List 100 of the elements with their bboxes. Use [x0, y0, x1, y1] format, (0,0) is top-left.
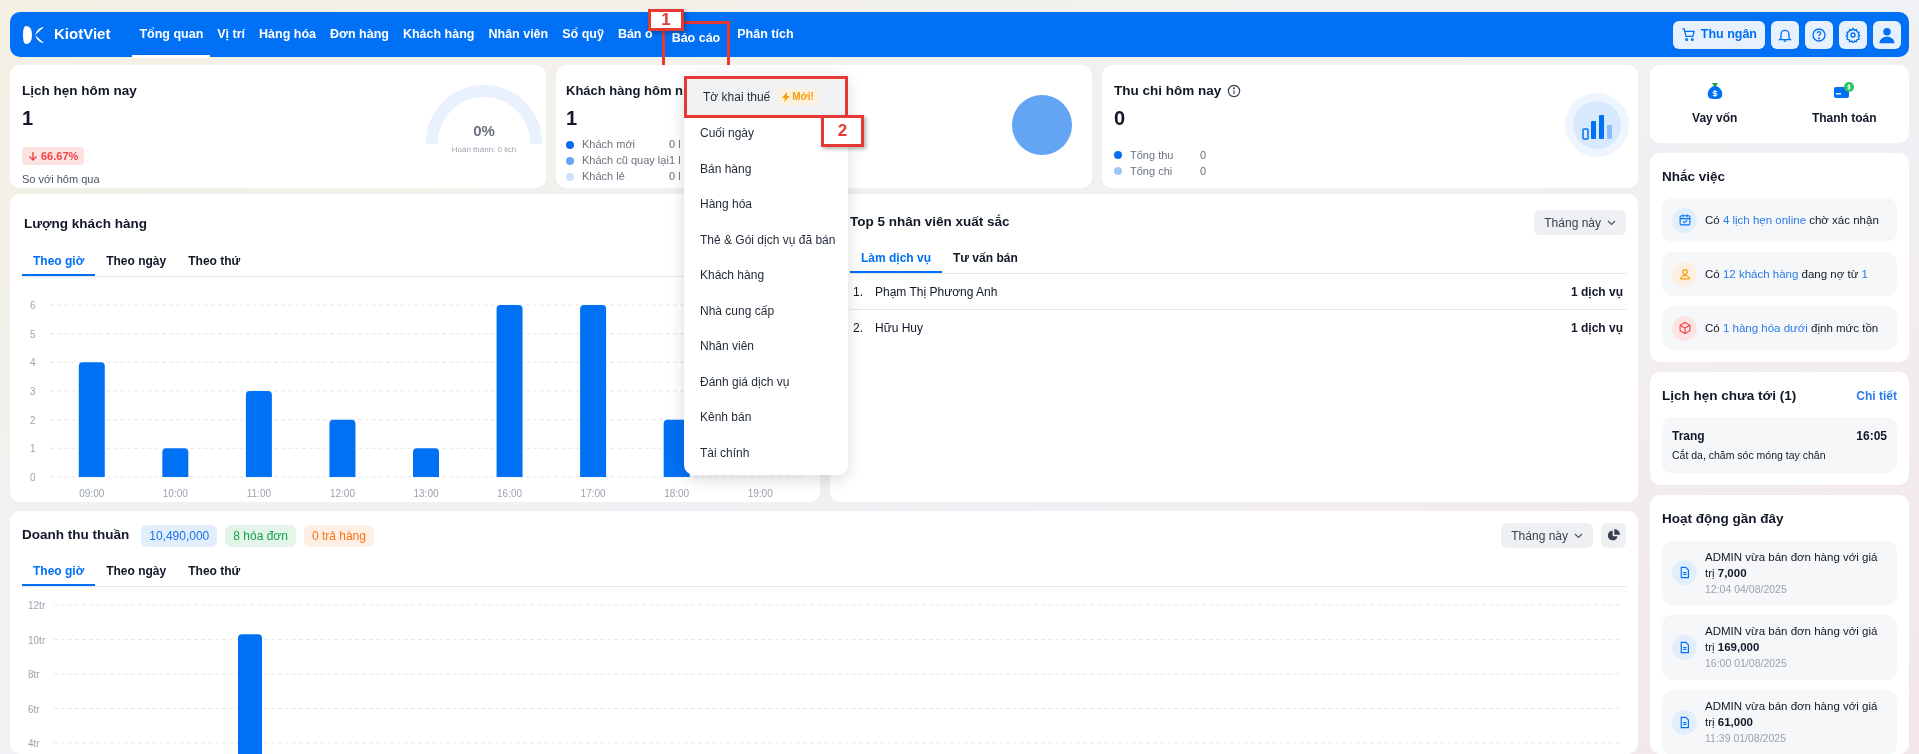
menu-item[interactable]: Nhân viên	[684, 328, 771, 364]
bar	[413, 448, 439, 478]
reminder-link[interactable]: 4 lịch hẹn online	[1722, 213, 1807, 226]
legend-value: 0 l	[669, 169, 681, 185]
card-title: Nhắc việc	[1662, 168, 1726, 186]
settings-button[interactable]	[1839, 20, 1867, 49]
tab[interactable]: Theo ngày	[95, 558, 178, 586]
quick-action-button[interactable]: Thanh toán	[1789, 81, 1900, 127]
activity-item[interactable]: ADMIN vừa bán đơn hàng với giá trị 61,000 11:39 01/08/2025	[1662, 690, 1897, 754]
activity-text: ADMIN vừa bán đơn hàng với giá trị 61,000	[1705, 699, 1879, 730]
help-button[interactable]	[1805, 20, 1833, 49]
menu-item[interactable]: Tờ khai thuế Mới!	[687, 79, 845, 115]
tab[interactable]: Tư vấn bán	[942, 245, 1029, 273]
tab[interactable]: Theo giờ	[22, 248, 96, 277]
pie-chart-icon	[1607, 529, 1620, 542]
legend-value: 1 l	[669, 153, 681, 169]
menu-item[interactable]: Kênh bán	[684, 399, 768, 435]
menu-item[interactable]: Cuối ngày	[684, 115, 771, 151]
nav-tab[interactable]: Đơn hàng	[323, 23, 396, 46]
info-icon	[1227, 84, 1242, 99]
reminder-link[interactable]: 1 hàng hóa dưới	[1722, 321, 1808, 334]
arrow-down-icon	[28, 151, 38, 162]
stat-badge: 10,490,000	[141, 524, 218, 547]
chevron-down-icon	[1574, 532, 1583, 539]
annotation-label: 2	[821, 115, 864, 147]
axis-label: 0	[30, 472, 36, 484]
nav-tab[interactable]: Hàng hóa	[252, 23, 324, 46]
wallet-icon	[1833, 81, 1856, 101]
card-value: 0	[1114, 106, 1126, 132]
menu-item[interactable]: Nhà cung cấp	[684, 293, 791, 329]
reminder-item[interactable]: Có 4 lịch hẹn online chờ xác nhận	[1662, 198, 1897, 243]
cart-icon	[1680, 27, 1696, 42]
gauge-caption: Hoàn thành: 0 lịch	[451, 143, 517, 156]
nav-tab[interactable]: Tổng quan	[132, 11, 211, 58]
menu-item[interactable]: Tài chính	[684, 435, 766, 471]
reminder-link[interactable]: 1	[1861, 267, 1868, 280]
activity-time: 16:00 01/08/2025	[1705, 656, 1787, 672]
gear-icon	[1845, 26, 1861, 43]
service-count: 1 dịch vụ	[1571, 320, 1623, 337]
nav-tab[interactable]: Phân tích	[730, 23, 801, 46]
axis-label: 12:00	[329, 488, 355, 500]
appointment-item[interactable]: Trang 16:05 Cắt da, chăm sóc móng tay chân	[1662, 416, 1897, 474]
annotation-label: 1	[648, 9, 684, 31]
reminder-text: Có 4 lịch hẹn online chờ xác nhận	[1705, 212, 1879, 228]
document-icon	[1672, 560, 1697, 586]
notifications-button[interactable]	[1771, 20, 1799, 49]
quick-action-button[interactable]: Vay vốn	[1659, 81, 1770, 127]
compare-text: So với hôm qua	[22, 172, 100, 188]
nav-tab[interactable]: Nhân viên	[481, 23, 556, 46]
menu-item[interactable]: Bán hàng	[684, 151, 768, 187]
nav-tab[interactable]: Khách hàng	[395, 23, 482, 46]
axis-label: 09:00	[79, 488, 105, 500]
axis-label: 1	[30, 443, 36, 455]
axis-label: 6tr	[28, 703, 40, 715]
axis-label: 11:00	[246, 488, 272, 500]
axis-label: 19:00	[747, 488, 773, 500]
cashier-button[interactable]: Thu ngân	[1672, 20, 1765, 49]
axis-label: 10tr	[28, 634, 46, 646]
gauge-value: 0%	[473, 121, 495, 141]
reminder-item[interactable]: Có 12 khách hàng đang nợ từ 1	[1662, 252, 1897, 297]
card-title: Khách hàng hôm n	[566, 82, 683, 100]
pie-chart	[1012, 95, 1072, 155]
tab[interactable]: Theo giờ	[22, 558, 96, 586]
reminder-item[interactable]: Có 1 hàng hóa dưới định mức tồn	[1662, 306, 1897, 351]
menu-item[interactable]: Thẻ & Gói dịch vụ đã bán	[684, 222, 852, 258]
help-icon	[1811, 26, 1827, 43]
tab[interactable]: Theo ngày	[95, 248, 178, 277]
legend-value: 0	[1200, 164, 1207, 179]
period-dropdown[interactable]: Tháng này	[1501, 523, 1593, 548]
period-dropdown[interactable]: Tháng này	[1534, 210, 1626, 235]
rank-number: 1.	[853, 283, 864, 301]
avatar-button[interactable]	[1873, 20, 1901, 49]
document-icon	[1672, 635, 1697, 661]
detail-link[interactable]: Chi tiết	[1856, 387, 1897, 406]
tab[interactable]: Theo thứ	[177, 558, 252, 586]
activity-item[interactable]: ADMIN vừa bán đơn hàng với giá trị 7,000 12:04 04/08/2025	[1662, 540, 1897, 606]
card-title: Lịch hẹn hôm nay	[22, 82, 137, 100]
change-badge: 66.67%	[22, 147, 85, 166]
legend-label: Khách cũ quay lại	[582, 153, 669, 169]
card-title: Top 5 nhân viên xuất sắc	[850, 213, 1010, 232]
axis-label: 6	[30, 300, 36, 312]
tab[interactable]: Theo thứ	[177, 248, 252, 277]
axis-label: 4	[30, 357, 36, 369]
legend-value: 0	[1200, 148, 1207, 163]
menu-item[interactable]: Khách hàng	[684, 257, 781, 293]
reminder-link[interactable]: 12 khách hàng	[1722, 267, 1799, 280]
menu-item[interactable]: Hàng hóa	[684, 186, 769, 222]
axis-label: 18:00	[664, 488, 690, 500]
nav-tab[interactable]: Sổ quỹ	[555, 23, 611, 46]
nav-tab[interactable]: Vị trí	[210, 23, 253, 46]
tab[interactable]: Làm dịch vụ	[850, 245, 942, 273]
activity-text: ADMIN vừa bán đơn hàng với giá trị 7,000	[1705, 549, 1879, 581]
menu-item[interactable]: Đánh giá dịch vụ	[684, 364, 806, 400]
chart-type-button[interactable]	[1601, 523, 1626, 548]
legend-value: 0 l	[669, 137, 681, 153]
card-value: 1	[22, 106, 34, 132]
legend-label: Khách mới	[582, 137, 637, 153]
card-title: Hoạt động gần đây	[1662, 510, 1784, 529]
document-icon	[1672, 709, 1697, 735]
activity-item[interactable]: ADMIN vừa bán đơn hàng với giá trị 169,000 16:00 01/08/2025	[1662, 615, 1897, 680]
